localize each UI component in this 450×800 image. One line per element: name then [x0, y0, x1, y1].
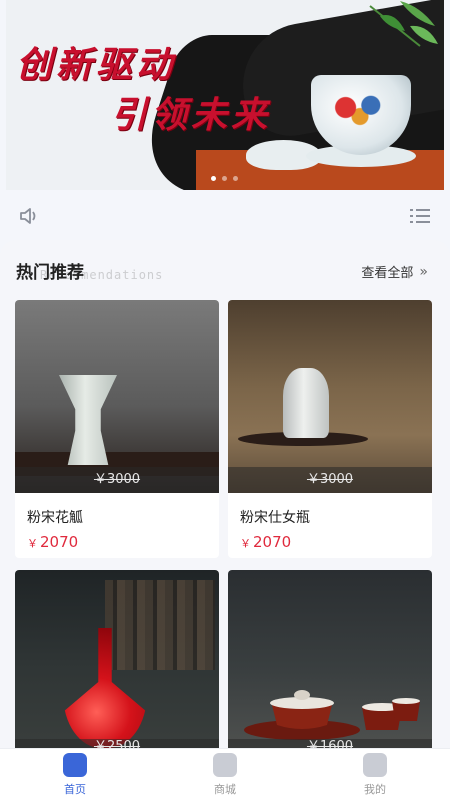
bowl-painting — [324, 85, 396, 130]
home-icon — [63, 752, 87, 777]
product-name: 粉宋花觚 — [27, 510, 83, 526]
view-all-label: 查看全部 — [361, 266, 414, 281]
double-chevron-right-icon: » — [419, 263, 428, 280]
product-price: ￥ 2070 — [15, 529, 219, 558]
original-price: ￥3000 — [15, 467, 219, 493]
profile-icon — [363, 752, 387, 777]
tab-label: 我的 — [364, 782, 386, 796]
banner-carousel[interactable]: 创新驱动 引领未来 — [6, 0, 444, 190]
section-title: 热门推荐 — [16, 263, 84, 283]
price-value: 2070 — [253, 533, 292, 551]
speaker-icon[interactable] — [18, 206, 40, 226]
carousel-dot[interactable] — [222, 176, 227, 181]
banner-slogan-line2: 引领未来 — [111, 94, 272, 136]
currency-symbol: ￥ — [27, 537, 38, 550]
carousel-dot[interactable] — [211, 176, 216, 181]
vase-image — [283, 368, 329, 438]
teaset-image — [244, 690, 420, 740]
bottom-tab-bar: 首页 商城 我的 — [0, 748, 450, 800]
bamboo-leaves-icon — [369, 1, 438, 47]
tab-home[interactable]: 首页 — [35, 752, 115, 797]
currency-symbol: ￥ — [240, 537, 251, 550]
notice-bar — [0, 198, 450, 234]
product-card[interactable]: ￥3000 粉宋仕女瓶 ￥ 2070 — [228, 300, 432, 558]
carousel-dot[interactable] — [233, 176, 238, 181]
price-value: 2070 — [40, 533, 79, 551]
product-image: ￥3000 — [15, 300, 219, 493]
product-name: 粉宋仕女瓶 — [240, 510, 310, 526]
banner-slogan-line1: 创新驱动 — [16, 44, 177, 86]
list-icon[interactable] — [410, 207, 430, 225]
view-all-link[interactable]: 查看全部 » — [361, 262, 428, 282]
product-image: ￥1600 — [228, 570, 432, 755]
tab-label: 首页 — [64, 782, 86, 796]
shop-icon — [213, 752, 237, 777]
original-price: ￥3000 — [228, 467, 432, 493]
product-price: ￥ 2070 — [228, 529, 432, 558]
product-card[interactable]: ￥1600 — [228, 570, 432, 755]
bookshelf — [105, 580, 215, 670]
tab-shop[interactable]: 商城 — [185, 752, 265, 797]
product-image: ￥2500 — [15, 570, 219, 755]
carousel-indicators — [211, 176, 238, 181]
product-card[interactable]: ￥3000 粉宋花觚 ￥ 2070 — [15, 300, 219, 558]
tab-label: 商城 — [214, 782, 236, 796]
product-card[interactable]: ￥2500 — [15, 570, 219, 755]
tab-profile[interactable]: 我的 — [335, 752, 415, 797]
product-image: ￥3000 — [228, 300, 432, 493]
